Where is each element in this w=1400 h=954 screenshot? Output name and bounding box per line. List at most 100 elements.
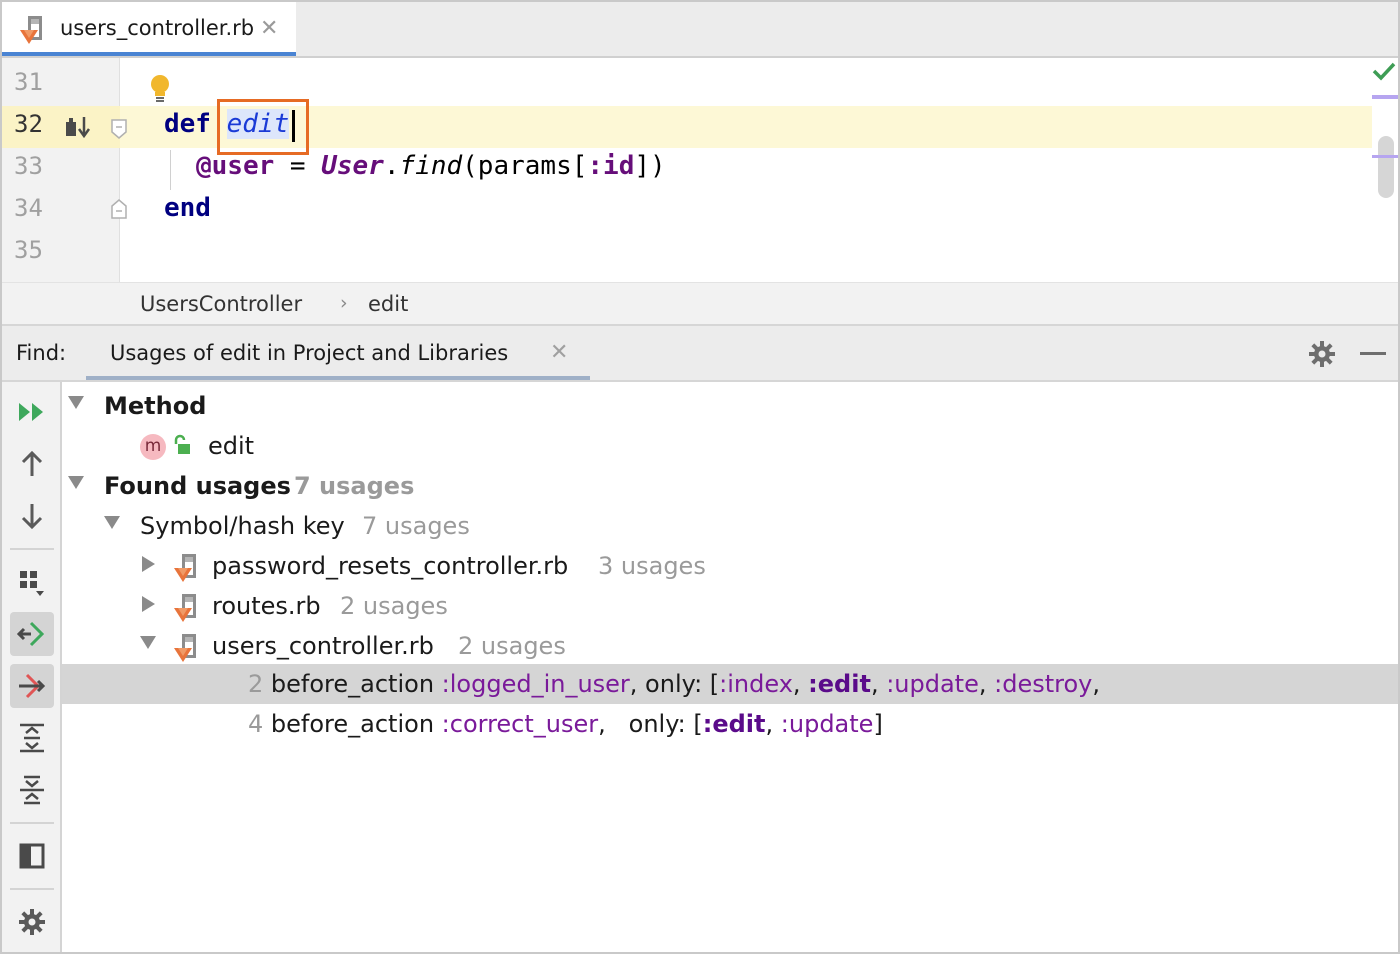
tree-node-label: password_resets_controller.rb [212,552,569,580]
arrow-up-icon [21,450,43,476]
find-label: Find: [16,341,67,365]
usage-symbol: :destroy [994,670,1093,698]
expand-triangle-icon[interactable] [68,396,84,409]
active-tab-indicator [2,52,296,56]
indent-guide [170,150,171,190]
scrollbar-thumb[interactable] [1378,136,1394,198]
usage-symbol: :logged_in_user [441,670,630,698]
tree-node-label: edit [208,432,255,460]
close-icon[interactable]: ✕ [550,340,568,365]
tree-node-symbol-hash-key[interactable]: Symbol/hash key 7 usages [62,506,1398,546]
expand-triangle-icon[interactable] [140,636,156,649]
code-close: ]) [634,151,666,181]
fold-marker-icon[interactable] [110,118,128,144]
expand-triangle-icon[interactable] [68,476,84,489]
caret-highlight-box [217,99,309,155]
text-caret [292,110,295,142]
rerun-button[interactable] [10,390,54,434]
usage-count: 7 usages [362,512,470,540]
scroll-marker[interactable] [1372,155,1398,158]
tab-find-usages[interactable]: Usages of edit in Project and Libraries … [86,326,590,380]
settings-button[interactable] [10,900,54,944]
breadcrumb-separator: › [340,292,348,314]
code-symbol: :id [587,151,635,181]
breadcrumb: UsersController › edit [2,282,1398,326]
usage-symbol: :index [719,670,793,698]
usage-line-text: 2 before_action :logged_in_user, only: [… [248,670,1100,698]
tree-node-method-edit[interactable]: m edit [62,426,1398,466]
gear-icon [19,909,45,935]
autoscroll-from-source-button[interactable] [10,664,54,708]
group-by-icon [20,571,44,596]
breadcrumb-item[interactable]: edit [368,292,408,316]
gear-icon[interactable] [1308,340,1336,372]
usage-code: before_action [263,670,442,698]
inspection-ok-icon[interactable] [1372,60,1396,86]
usage-code: , [978,670,995,698]
method-icon: m [140,434,166,460]
find-toolbar [2,382,62,952]
lightbulb-icon[interactable] [148,74,172,108]
usage-row-selected[interactable]: 2 before_action :logged_in_user, only: [… [62,664,1398,704]
tree-node-method[interactable]: Method [62,386,1398,426]
autoscroll-to-source-icon [17,621,45,647]
preview-panel-icon [19,843,45,869]
minimize-icon[interactable] [1360,352,1386,355]
usage-symbol: :update [886,670,979,698]
method-call: find [399,151,463,181]
line-number: 34 [14,194,43,222]
toolbar-separator [10,548,54,550]
code-operator: = [274,151,322,181]
usage-match: :edit [702,710,766,738]
collapse-triangle-icon[interactable] [142,556,155,572]
usages-tree[interactable]: Method m edit Found usages 7 usages Symb… [62,382,1398,952]
next-occurrence-button[interactable] [10,494,54,538]
override-method-icon[interactable] [66,116,92,142]
rerun-icon [19,403,43,421]
editor-tab-label: users_controller.rb [60,16,255,40]
expand-all-button[interactable] [10,716,54,760]
usage-symbol: :correct_user [441,710,599,738]
tree-node-found-usages[interactable]: Found usages 7 usages [62,466,1398,506]
tree-node-file[interactable]: routes.rb 2 usages [62,586,1398,626]
collapse-triangle-icon[interactable] [142,596,155,612]
line-number: 31 [14,68,43,96]
tree-node-label: Found usages [104,472,291,500]
ruby-file-icon [170,552,200,588]
tree-node-label: Method [104,392,207,420]
tree-node-label: Symbol/hash key [140,512,345,540]
code-line-33: @user = User.find(params[:id]) [196,151,666,181]
toolbar-separator [10,822,54,824]
navigate-with-single-click-button[interactable] [10,612,54,656]
usage-count: 2 usages [458,632,566,660]
previous-occurrence-button[interactable] [10,442,54,486]
ide-window: users_controller.rb ✕ 31 32 33 34 35 def… [0,0,1400,954]
keyword-def: def [164,109,211,139]
tree-node-label: users_controller.rb [212,632,434,660]
collapse-all-button[interactable] [10,768,54,812]
breadcrumb-item[interactable]: UsersController [140,292,302,316]
preview-button[interactable] [10,834,54,878]
code-dot: . [383,151,400,181]
usage-row[interactable]: 4 before_action :correct_user, only: [:e… [62,704,1398,744]
scroll-marker[interactable] [1372,95,1398,99]
usage-line-number: 4 [248,710,264,738]
line-number: 32 [14,110,43,138]
editor-tab[interactable]: users_controller.rb ✕ [2,2,296,56]
code-editor[interactable]: 31 32 33 34 35 def edit @user = User.fin… [2,58,1398,282]
close-icon[interactable]: ✕ [260,16,278,41]
usage-code: , [765,710,781,738]
tree-node-file[interactable]: users_controller.rb 2 usages [62,626,1398,666]
instance-variable: @user [196,151,275,181]
group-by-button[interactable] [10,560,54,604]
arrow-down-icon [21,504,43,530]
fold-marker-icon[interactable] [110,198,128,224]
code-params: (params[ [462,151,588,181]
line-number: 33 [14,152,43,180]
editor-tab-bar: users_controller.rb ✕ [2,2,1398,58]
autoscroll-from-source-icon [19,673,46,699]
tree-node-file[interactable]: password_resets_controller.rb 3 usages [62,546,1398,586]
usage-line-text: 4 before_action :correct_user, only: [:e… [248,710,883,738]
expand-triangle-icon[interactable] [104,516,120,529]
toolbar-separator [10,888,54,890]
